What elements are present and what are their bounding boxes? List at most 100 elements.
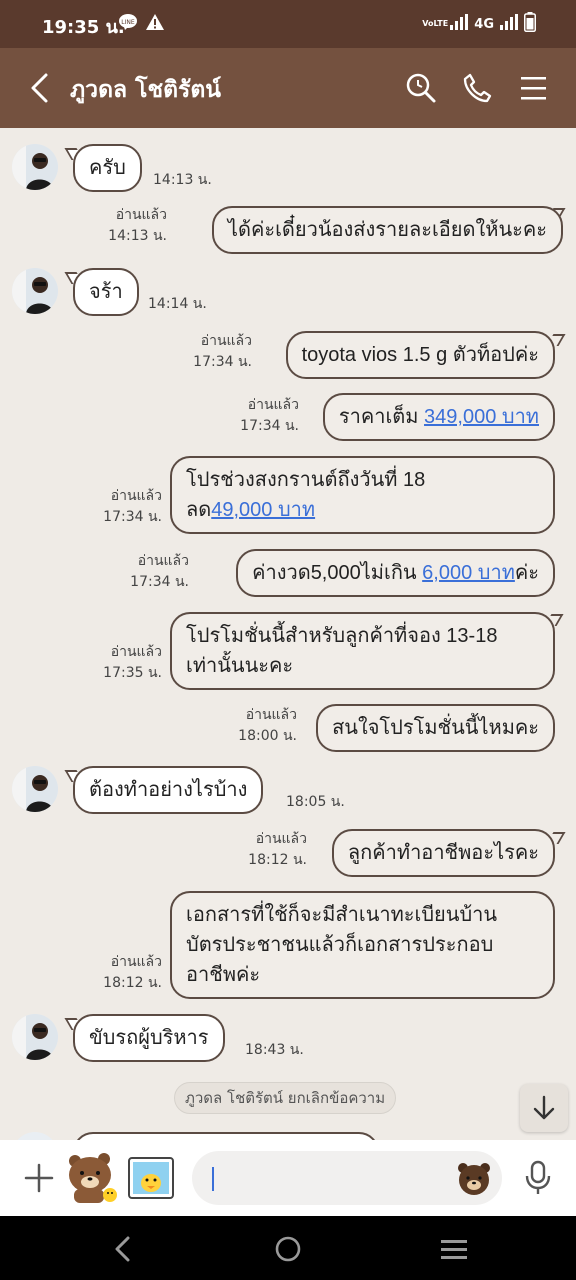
brown-bear-sticker-icon[interactable] bbox=[66, 1151, 120, 1209]
message-time: 18:12 น. bbox=[248, 852, 307, 868]
message-input[interactable] bbox=[192, 1151, 502, 1205]
message-text: ครับ bbox=[89, 157, 126, 179]
message-time: 17:34 น. bbox=[103, 509, 162, 525]
message-bubble[interactable]: ลูกค้าทำอาชีพอะไรคะ bbox=[331, 829, 555, 877]
svg-text:LINE: LINE bbox=[121, 19, 135, 26]
message-bubble[interactable]: โปรโมชั่นนี้สำหรับลูกค้าที่จอง 13-18 เท่… bbox=[170, 612, 555, 690]
price-link[interactable]: 349,000 บาท bbox=[424, 406, 539, 428]
message-text: ราคาเต็ม bbox=[338, 406, 425, 428]
arrow-down-icon bbox=[533, 1095, 555, 1120]
message-time: 17:34 น. bbox=[130, 574, 189, 590]
message-bubble[interactable]: ราคาเต็ม 349,000 บาท bbox=[322, 393, 555, 441]
message-text: สนใจโปรโมชั่นนี้ไหมคะ bbox=[332, 717, 539, 739]
system-message: ภูวดล โชติรัตน์ ยกเลิกข้อความ bbox=[174, 1082, 397, 1114]
back-icon[interactable] bbox=[28, 72, 50, 108]
message-text: ค่างวด5,000ไม่เกิน bbox=[252, 562, 423, 584]
avatar[interactable] bbox=[12, 766, 58, 812]
message-bubble[interactable]: สนใจโปรโมชั่นนี้ไหมคะ bbox=[316, 704, 555, 752]
message-time: 14:13 น. bbox=[108, 228, 167, 244]
line-notification-icon: LINE bbox=[118, 14, 138, 34]
chat-area[interactable]: ครับ 14:13 น. อ่านแล้ว 14:13 น. ได้ค่ะเด… bbox=[0, 128, 576, 1140]
message-text: ลูกค้าทำอาชีพอะไรคะ bbox=[347, 842, 539, 864]
microphone-icon[interactable] bbox=[524, 1160, 552, 1200]
message-text: อาชีพค่ะ bbox=[186, 964, 261, 986]
message-time: 18:12 น. bbox=[103, 975, 162, 991]
plus-icon[interactable] bbox=[24, 1163, 54, 1197]
message-text: toyota vios 1.5 g ตัวท็อปค่ะ bbox=[301, 344, 539, 366]
message-bubble[interactable]: ได้ค่ะเดี๋ยวน้องส่งรายละเอียดให้นะคะ bbox=[211, 206, 563, 254]
message-time: 17:34 น. bbox=[240, 418, 299, 434]
read-receipt: อ่านแล้ว bbox=[200, 333, 252, 349]
message-bubble-partial[interactable] bbox=[73, 1132, 379, 1140]
phone-icon[interactable] bbox=[462, 72, 492, 108]
input-bar bbox=[0, 1140, 576, 1216]
signal-icon bbox=[500, 14, 518, 34]
sticker-photo-icon[interactable] bbox=[127, 1155, 175, 1205]
read-receipt: อ่านแล้ว bbox=[247, 397, 299, 413]
avatar[interactable] bbox=[12, 268, 58, 314]
message-text: ค่ะ bbox=[514, 562, 539, 584]
emoji-bear-icon[interactable] bbox=[456, 1161, 492, 1201]
status-bar: 19:35 น. LINE VoLTE 4G bbox=[0, 0, 576, 48]
read-receipt: อ่านแล้ว bbox=[110, 644, 162, 660]
scroll-to-bottom-button[interactable] bbox=[520, 1084, 568, 1132]
avatar[interactable] bbox=[12, 1014, 58, 1060]
installment-link[interactable]: 6,000 บาท bbox=[422, 562, 515, 584]
message-time: 18:05 น. bbox=[286, 794, 345, 810]
message-bubble[interactable]: ขับรถผู้บริหาร bbox=[73, 1014, 225, 1062]
menu-icon[interactable] bbox=[520, 72, 548, 108]
read-receipt: อ่านแล้ว bbox=[255, 831, 307, 847]
search-icon[interactable] bbox=[405, 72, 437, 108]
message-text: บัตรประชาชนแล้วก็เอกสารประกอบ bbox=[186, 934, 494, 956]
message-text: จร้า bbox=[89, 281, 123, 303]
nav-back-icon[interactable] bbox=[112, 1236, 132, 1266]
read-receipt: อ่านแล้ว bbox=[137, 553, 189, 569]
signal-icon bbox=[450, 14, 469, 34]
network-type: 4G bbox=[474, 16, 494, 32]
message-meta: อ่านแล้ว 17:34 น. bbox=[193, 331, 252, 373]
read-receipt: อ่านแล้ว bbox=[115, 207, 167, 223]
message-meta: อ่านแล้ว 18:12 น. bbox=[248, 829, 307, 871]
message-text: โปรช่วงสงกรานต์ถึงวันที่ 18 bbox=[186, 469, 426, 491]
message-text: ต้องทำอย่างไรบ้าง bbox=[89, 779, 248, 801]
message-text: ขับรถผู้บริหาร bbox=[89, 1027, 209, 1049]
read-receipt: อ่านแล้ว bbox=[110, 488, 162, 504]
message-time: 14:13 น. bbox=[153, 172, 212, 188]
message-text: ได้ค่ะเดี๋ยวน้องส่งรายละเอียดให้นะคะ bbox=[227, 219, 547, 241]
read-receipt: อ่านแล้ว bbox=[110, 954, 162, 970]
warning-icon bbox=[146, 14, 164, 34]
message-meta: อ่านแล้ว 14:13 น. bbox=[108, 205, 167, 247]
message-bubble[interactable]: ค่างวด5,000ไม่เกิน 6,000 บาทค่ะ bbox=[236, 549, 555, 597]
message-time: 17:34 น. bbox=[193, 354, 252, 370]
message-bubble[interactable]: โปรช่วงสงกรานต์ถึงวันที่ 18 ลด49,000 บาท bbox=[170, 456, 555, 534]
message-text: โปรโมชั่นนี้สำหรับลูกค้าที่จอง 13-18 bbox=[186, 625, 498, 647]
message-bubble[interactable]: เอกสารที่ใช้ก็จะมีสำเนาทะเบียนบ้าน บัตรป… bbox=[170, 891, 555, 999]
status-time: 19:35 น. bbox=[42, 17, 125, 38]
message-meta: อ่านแล้ว 17:34 น. bbox=[130, 551, 189, 593]
message-time: 14:14 น. bbox=[148, 296, 207, 312]
read-receipt: อ่านแล้ว bbox=[245, 707, 297, 723]
nav-home-icon[interactable] bbox=[274, 1235, 302, 1267]
chat-header: ภูวดล โชติรัตน์ bbox=[0, 48, 576, 128]
message-time: 18:00 น. bbox=[238, 728, 297, 744]
message-bubble[interactable]: ครับ bbox=[73, 144, 142, 192]
battery-icon bbox=[524, 12, 536, 36]
message-time: 18:43 น. bbox=[245, 1042, 304, 1058]
message-meta: อ่านแล้ว 17:35 น. bbox=[103, 642, 162, 684]
message-bubble[interactable]: ต้องทำอย่างไรบ้าง bbox=[73, 766, 264, 814]
message-bubble[interactable]: จร้า bbox=[73, 268, 139, 316]
message-text: เอกสารที่ใช้ก็จะมีสำเนาทะเบียนบ้าน bbox=[186, 904, 498, 926]
message-text: เท่านั้นนะคะ bbox=[186, 655, 294, 677]
avatar[interactable] bbox=[12, 1132, 58, 1140]
chat-title[interactable]: ภูวดล โชติรัตน์ bbox=[70, 72, 221, 108]
message-meta: อ่านแล้ว 18:12 น. bbox=[103, 952, 162, 994]
text-cursor bbox=[212, 1167, 214, 1191]
message-text: ลด bbox=[186, 499, 212, 521]
message-meta: อ่านแล้ว 17:34 น. bbox=[240, 395, 299, 437]
discount-link[interactable]: 49,000 บาท bbox=[211, 499, 315, 521]
message-bubble[interactable]: toyota vios 1.5 g ตัวท็อปค่ะ bbox=[285, 331, 555, 379]
nav-recents-icon[interactable] bbox=[440, 1238, 468, 1266]
avatar[interactable] bbox=[12, 144, 58, 190]
message-time: 17:35 น. bbox=[103, 665, 162, 681]
message-meta: อ่านแล้ว 17:34 น. bbox=[103, 486, 162, 528]
